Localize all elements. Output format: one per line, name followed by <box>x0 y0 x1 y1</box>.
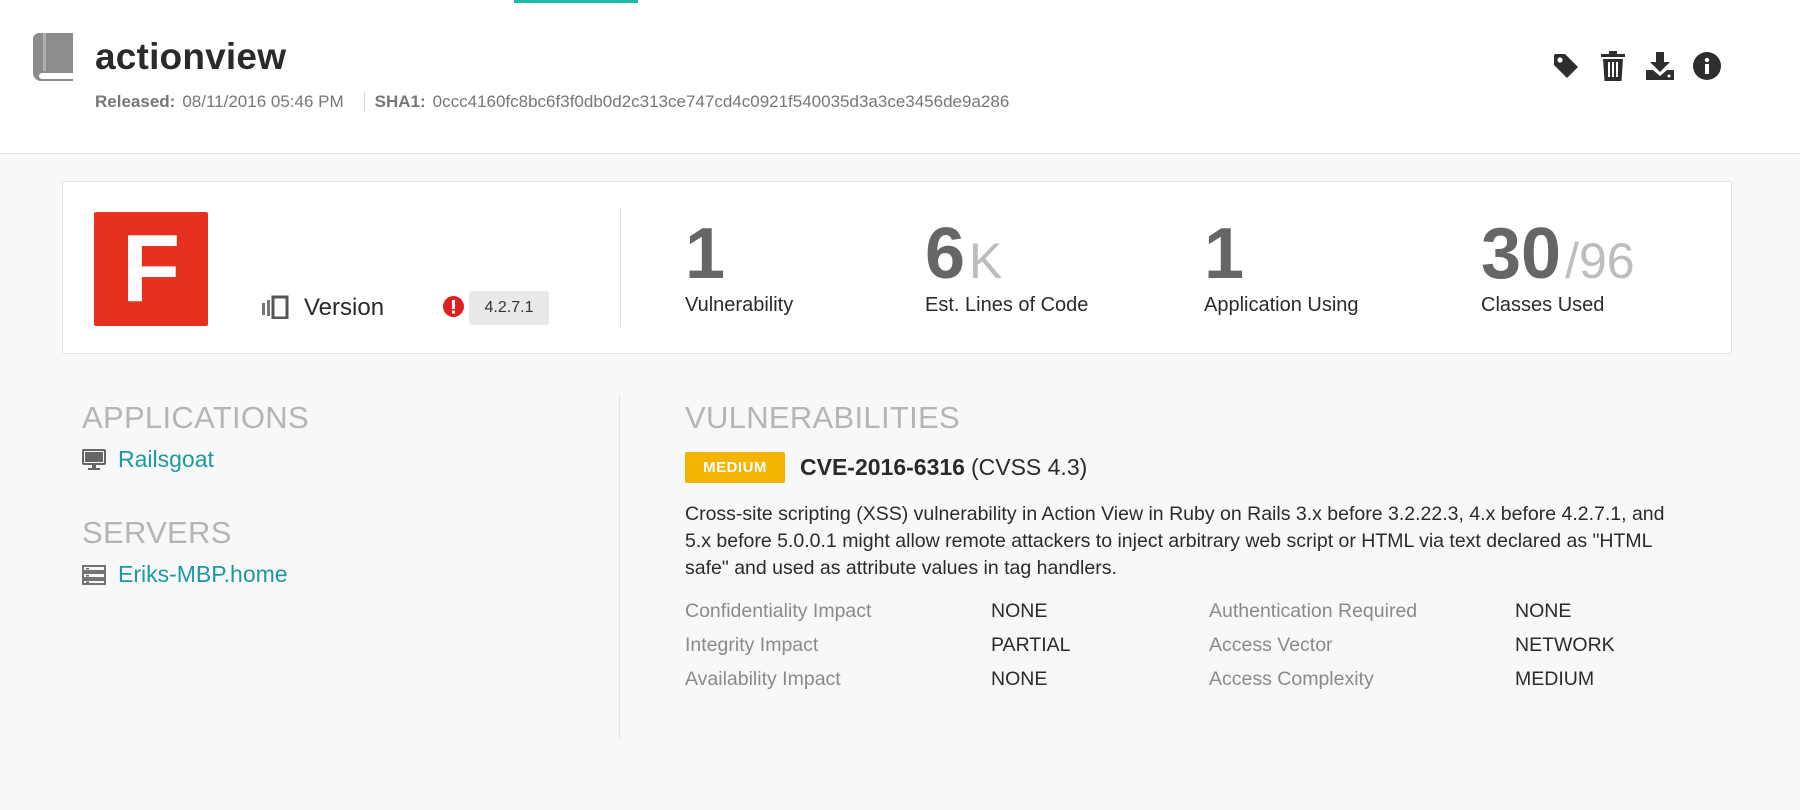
server-item: Eriks-MBP.home <box>82 561 602 588</box>
stat-classes-used: 30/96 Classes Used <box>1481 218 1635 317</box>
metric-value: PARTIAL <box>991 634 1071 656</box>
version-badge[interactable]: 4.2.7.1 <box>469 291 549 325</box>
monitor-icon <box>82 448 106 470</box>
cvss-metrics: Confidentiality Impact NONE Authenticati… <box>685 600 1695 691</box>
stat-label: Vulnerability <box>685 294 794 316</box>
versions-icon <box>262 295 289 319</box>
sha1-value: 0ccc4160fc8bc6f3f0db0d2c313ce747cd4c0921… <box>432 92 1010 111</box>
stat-suffix: /96 <box>1565 233 1635 289</box>
info-button[interactable] <box>1692 50 1722 82</box>
cvss-score: (CVSS 4.3) <box>970 454 1088 480</box>
metric-key: Confidentiality Impact <box>685 600 872 622</box>
column-divider <box>619 395 620 739</box>
header-actions <box>1551 50 1722 82</box>
application-item: Railsgoat <box>82 446 602 473</box>
trash-icon <box>1601 51 1625 81</box>
book-icon <box>33 33 73 81</box>
vulnerability-header: MEDIUM CVE-2016-6316 (CVSS 4.3) <box>685 452 1695 483</box>
active-tab-indicator <box>514 0 638 3</box>
stat-label: Application Using <box>1204 294 1359 316</box>
metric-key: Access Complexity <box>1209 668 1374 690</box>
card-divider <box>620 207 621 327</box>
alert-icon <box>443 296 464 317</box>
metric-value: MEDIUM <box>1515 668 1595 690</box>
stat-value: 1 <box>1204 214 1245 294</box>
library-name: actionview <box>95 36 287 77</box>
meta-separator <box>363 92 365 112</box>
server-icon <box>82 564 106 585</box>
stat-lines-of-code: 6K Est. Lines of Code <box>925 218 1088 317</box>
released-label: Released: <box>95 92 176 111</box>
metric-value: NETWORK <box>1515 634 1615 656</box>
released-value: 08/11/2016 05:46 PM <box>182 92 344 111</box>
download-button[interactable] <box>1645 50 1675 82</box>
stat-label: Classes Used <box>1481 294 1605 316</box>
server-link[interactable]: Eriks-MBP.home <box>118 561 288 588</box>
metric-key: Access Vector <box>1209 634 1333 656</box>
metric-value: NONE <box>1515 600 1572 622</box>
tag-button[interactable] <box>1551 50 1581 82</box>
stat-suffix: K <box>969 233 1003 289</box>
sha1-label: SHA1: <box>374 92 426 111</box>
stat-vulnerabilities[interactable]: 1 Vulnerability <box>685 218 793 317</box>
library-header: actionview Released: 08/11/2016 05:46 PM… <box>0 0 1800 154</box>
stat-value: 6 <box>925 214 966 294</box>
servers-title: SERVERS <box>82 515 232 550</box>
download-icon <box>1646 52 1674 80</box>
metric-key: Availability Impact <box>685 668 841 690</box>
usage-panel: APPLICATIONS Railsgoat SERVERS Eriks-MBP… <box>82 400 602 588</box>
vulnerability-description: Cross-site scripting (XSS) vulnerability… <box>685 503 1665 579</box>
metric-value: NONE <box>991 668 1048 690</box>
info-icon <box>1693 52 1721 80</box>
library-meta: Released: 08/11/2016 05:46 PM SHA1: 0ccc… <box>95 92 1009 112</box>
grade-badge: F <box>94 212 208 326</box>
metric-key: Authentication Required <box>1209 600 1418 622</box>
cve-id[interactable]: CVE-2016-6316 <box>800 454 965 481</box>
application-link[interactable]: Railsgoat <box>118 446 214 473</box>
delete-button[interactable] <box>1598 50 1628 82</box>
stat-value: 30 <box>1481 214 1562 294</box>
stat-value: 1 <box>685 214 726 294</box>
metric-key: Integrity Impact <box>685 634 819 656</box>
version-label: Version <box>304 294 385 321</box>
metric-value: NONE <box>991 600 1048 622</box>
severity-badge: MEDIUM <box>685 452 785 483</box>
tag-icon <box>1554 54 1578 78</box>
vulnerabilities-panel: VULNERABILITIES MEDIUM CVE-2016-6316 (CV… <box>685 400 1695 691</box>
stat-applications[interactable]: 1 Application Using <box>1204 218 1359 317</box>
applications-title: APPLICATIONS <box>82 400 309 435</box>
stat-label: Est. Lines of Code <box>925 294 1089 316</box>
vulnerabilities-title: VULNERABILITIES <box>685 400 960 435</box>
summary-card: F Version 4.2.7.1 1 Vulnerability 6K Est… <box>62 181 1732 354</box>
